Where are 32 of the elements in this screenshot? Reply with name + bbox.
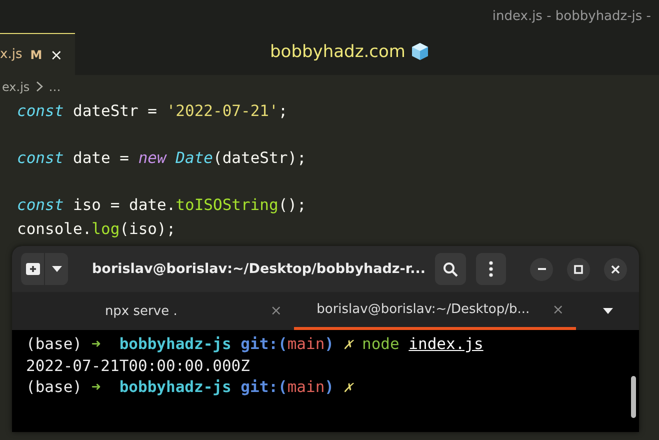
search-icon [443, 262, 458, 276]
terminal-line: (base) ➜ bobbyhadz-js git:(main) ✗ [26, 378, 353, 396]
breadcrumb-more[interactable]: … [48, 80, 61, 94]
chevron-icon [36, 81, 43, 92]
minimize-icon [538, 268, 546, 270]
code-line: const iso = date.toISOString(); [17, 196, 306, 214]
code-line: const dateStr = '2022-07-21'; [17, 102, 288, 120]
editor-tab[interactable]: x.js M × [0, 33, 75, 75]
close-icon [611, 264, 620, 274]
new-tab-icon [26, 263, 40, 275]
caret-icon [52, 266, 62, 272]
site-title: bobbyhadz.com [270, 42, 406, 62]
menu-icon [488, 261, 493, 277]
code-line: const date = new Date(dateStr); [17, 149, 306, 167]
terminal-title: borislav@borislav:~/Desktop/bobbyhadz-r... [91, 261, 426, 277]
terminal-line: (base) ➜ bobbyhadz-js git:(main) ✗ node index.js [26, 335, 484, 353]
code-line: console.log(iso); [17, 220, 176, 238]
minimize-button[interactable] [530, 258, 553, 280]
caret-icon[interactable] [602, 308, 612, 314]
close-button[interactable] [604, 258, 627, 280]
dropdown-button[interactable] [44, 253, 68, 285]
search-button[interactable] [435, 253, 466, 285]
breadcrumb-file[interactable]: ex.js [2, 80, 30, 94]
cube-icon [410, 42, 430, 62]
scrollbar[interactable] [631, 376, 636, 418]
maximize-icon [574, 264, 583, 274]
maximize-button[interactable] [567, 258, 590, 280]
window-title: index.js - bobbyhadz-js - [492, 9, 651, 24]
terminal-tab[interactable]: npx serve . × [12, 292, 294, 330]
menu-button[interactable] [476, 253, 506, 285]
terminal-line: 2022-07-21T00:00:00.000Z [26, 356, 250, 374]
terminal-tab[interactable]: borislav@borislav:~/Desktop/b... × [294, 292, 576, 330]
